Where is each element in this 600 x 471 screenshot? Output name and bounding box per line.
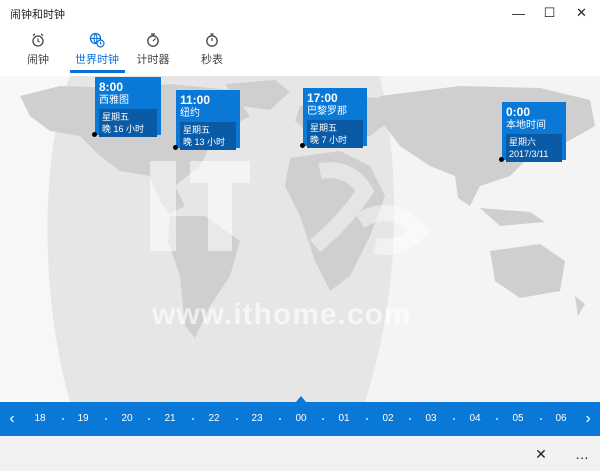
city-time-difference: 晚 16 小时 [102,124,145,134]
timeline-hour[interactable]: 19 [73,413,93,424]
timeline-tick [322,418,324,420]
city-details: 星期五 晚 7 小时 [307,120,363,148]
close-timeline-button[interactable]: ✕ [529,442,553,466]
timeline-hour-current[interactable]: 00 [291,413,311,424]
watermark-url: www.ithome.com [152,298,412,331]
timeline-tick [279,418,281,420]
tab-alarm-label: 闹钟 [27,54,49,66]
more-options-button[interactable]: … [570,442,594,466]
timeline-hour[interactable]: 06 [551,413,571,424]
city-card-local[interactable]: 0:00 本地时间 星期六 2017/3/11 [502,102,566,162]
tab-bar: 闹钟 世界时钟 计时器 秒表 [0,26,600,76]
timeline-tick [236,418,238,420]
app-title: 闹钟和时钟 [10,9,65,21]
city-card-seattle[interactable]: 8:00 西雅图 星期五 晚 16 小时 [95,77,161,137]
timeline-tick [366,418,368,420]
command-bar: ✕ … [0,436,600,471]
city-time: 17:00 [307,91,338,105]
timeline-tick [409,418,411,420]
timeline-tick [148,418,150,420]
world-map: www.ithome.com 8:00 西雅图 星期五 晚 16 小时 11:0… [0,76,600,402]
timeline-hour[interactable]: 03 [421,413,441,424]
timeline-hour[interactable]: 05 [508,413,528,424]
city-day: 星期五 [183,125,211,135]
city-day: 星期五 [310,123,338,133]
city-details: 星期六 2017/3/11 [506,134,562,162]
timeline-hour[interactable]: 21 [160,413,180,424]
tab-timer[interactable]: 计时器 [123,32,183,72]
timeline-tick [192,418,194,420]
timeline-hour[interactable]: 18 [30,413,50,424]
map-pin-newyork[interactable] [173,145,178,150]
stopwatch-icon [206,33,218,47]
city-name: 西雅图 [99,95,129,106]
active-tab-indicator [70,70,125,73]
timeline-tick [496,418,498,420]
timeline-prev-button[interactable]: ‹ [4,410,20,428]
timeline-hour[interactable]: 20 [117,413,137,424]
close-window-button[interactable]: ✕ [563,0,600,26]
timeline-hour[interactable]: 04 [465,413,485,424]
timeline-hour[interactable]: 02 [378,413,398,424]
city-date: 2017/3/11 [509,149,549,159]
city-details: 星期五 晚 13 小时 [180,122,236,150]
map-pin-seattle[interactable] [92,132,97,137]
city-time-difference: 晚 7 小时 [310,135,348,145]
timeline-hour[interactable]: 23 [247,413,267,424]
tab-timer-label: 计时器 [136,54,170,66]
city-card-paris[interactable]: 17:00 巴黎罗那 星期五 晚 7 小时 [303,88,367,148]
map-pin-local[interactable] [499,157,504,162]
city-day: 星期五 [102,112,130,122]
timeline-tick [105,418,107,420]
timeline-tick [453,418,455,420]
city-time-difference: 晚 13 小时 [183,137,226,147]
city-details: 星期五 晚 16 小时 [99,109,157,137]
timeline-tick [62,418,64,420]
city-time: 8:00 [99,80,124,94]
world-clock-icon [89,32,105,48]
city-card-newyork[interactable]: 11:00 纽约 星期五 晚 13 小时 [176,90,240,150]
timeline-hour[interactable]: 22 [204,413,224,424]
city-name: 巴黎罗那 [307,106,347,117]
city-day: 星期六 [509,137,537,147]
city-time: 0:00 [506,105,531,119]
current-time-marker [296,396,306,402]
timer-icon [147,33,159,47]
tab-stopwatch-label: 秒表 [201,54,223,66]
alarm-clock-icon [32,33,44,47]
city-name: 本地时间 [506,120,546,131]
tab-world-clock[interactable]: 世界时钟 [67,32,127,72]
timeline-tick [540,418,542,420]
city-name: 纽约 [180,108,200,119]
timeline-hour[interactable]: 01 [334,413,354,424]
tab-alarm[interactable]: 闹钟 [8,32,68,72]
time-scrubber[interactable]: ‹ › 18 19 20 21 22 23 00 01 02 03 04 05 … [0,396,600,436]
tab-stopwatch[interactable]: 秒表 [182,32,242,72]
map-pin-paris[interactable] [300,143,305,148]
timeline-next-button[interactable]: › [580,410,596,428]
title-bar: 闹钟和时钟 — ☐ ✕ [0,0,600,26]
tab-world-clock-label: 世界时钟 [75,54,119,66]
city-time: 11:00 [180,93,211,107]
